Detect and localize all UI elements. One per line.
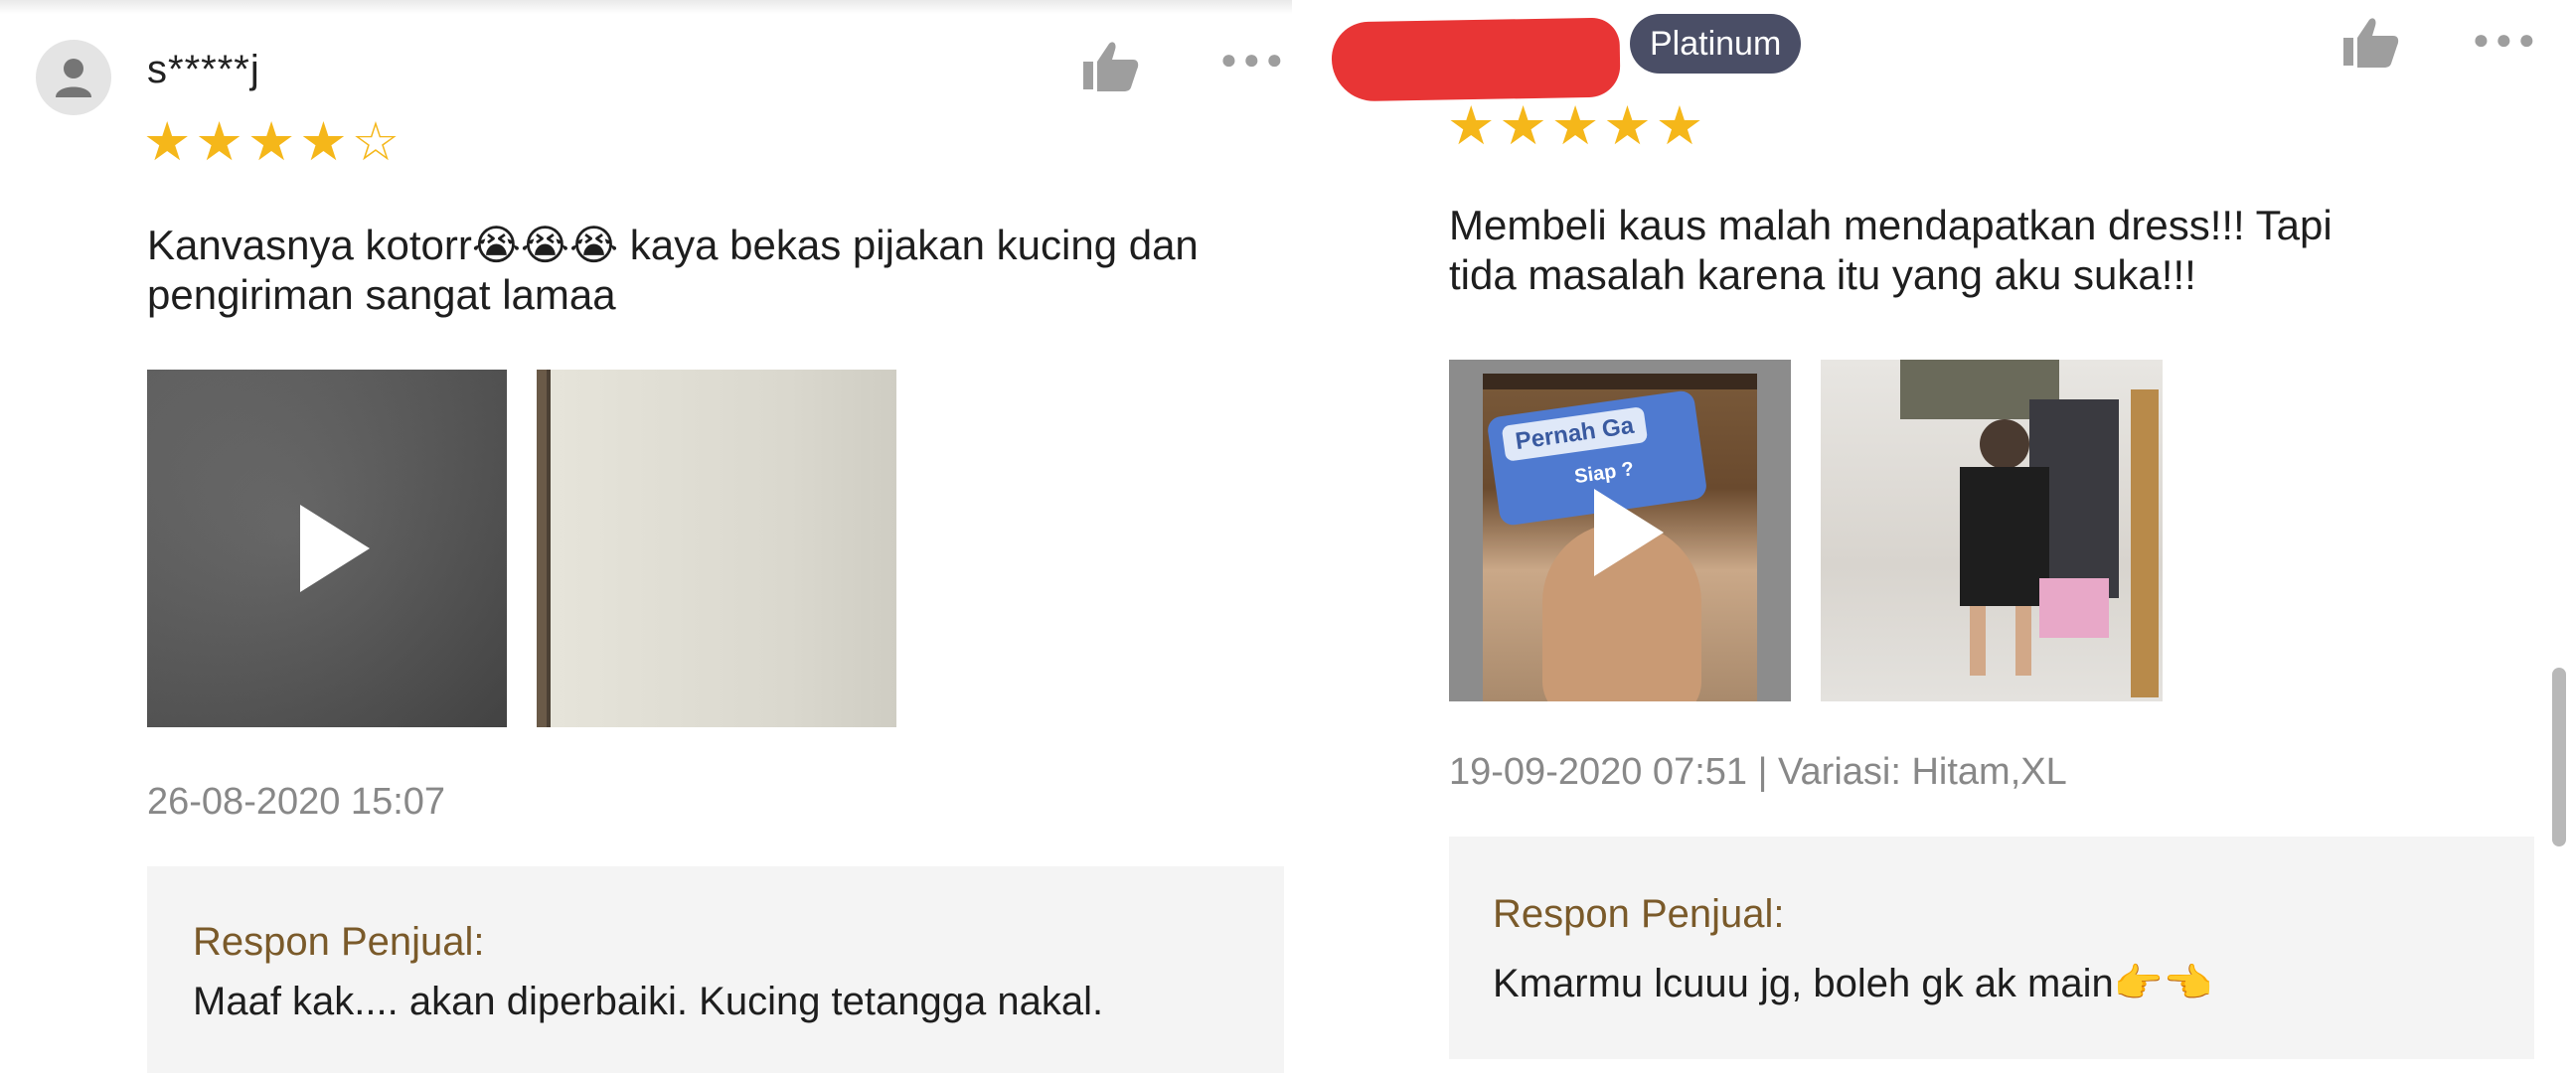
play-icon[interactable]	[1594, 489, 1664, 576]
review-photo-thumbnail[interactable]	[537, 370, 896, 727]
clothes-pile	[2039, 578, 2109, 638]
user-avatar-icon[interactable]	[36, 40, 111, 115]
star-icon: ★	[1655, 96, 1708, 156]
person-dress	[1960, 467, 2049, 606]
star-icon: ★	[195, 112, 247, 172]
star-rating: ★★★★★	[1447, 99, 1707, 153]
review-text-part: kaya bekas pijakan kucing dan	[618, 222, 1199, 268]
star-icon: ★	[1603, 96, 1656, 156]
seller-reply-text: Kmarmu lcuuu jg, boleh gk ak main👉👈	[1493, 960, 2212, 1006]
video-caption-top: Pernah Ga	[1501, 406, 1649, 462]
person-leg	[1970, 606, 1986, 676]
person-head	[1980, 419, 2029, 469]
review-text-line: Membeli kaus malah mendapatkan dress!!! …	[1449, 202, 2333, 248]
review-timestamp-variation: 19-09-2020 07:51 | Variasi: Hitam,XL	[1449, 751, 2067, 793]
seller-reply-text: Maaf kak.... akan diperbaiki. Kucing tet…	[193, 980, 1104, 1023]
seller-reply-label: Respon Penjual:	[193, 920, 485, 964]
star-rating: ★★★★☆	[143, 115, 403, 169]
star-icon: ★	[246, 112, 300, 172]
review-text-line: pengiriman sangat lamaa	[147, 271, 616, 318]
review-video-thumbnail[interactable]: Pernah Ga Siap ?	[1449, 360, 1791, 701]
review-text: Membeli kaus malah mendapatkan dress!!! …	[1449, 201, 2542, 300]
more-dots-icon[interactable]: ●●●	[1220, 44, 1289, 76]
pointing-fingers-emoji-icon: 👉👈	[2113, 962, 2213, 1005]
mirror-frame	[2131, 389, 2159, 697]
top-fade-divider	[0, 0, 1292, 14]
thumbs-up-icon[interactable]	[2341, 16, 2401, 68]
crying-emoji-icon: 😭😭😭	[471, 222, 619, 268]
seller-reply-text-content: Kmarmu lcuuu jg, boleh gk ak main	[1493, 962, 2114, 1005]
scrollbar-thumb[interactable]	[2552, 668, 2566, 846]
star-icon: ★	[1499, 96, 1551, 156]
thumbs-up-icon[interactable]	[1081, 40, 1141, 91]
reviewer-username: s*****j	[147, 48, 260, 91]
star-icon: ★	[1447, 96, 1500, 156]
review-timestamp: 26-08-2020 15:07	[147, 781, 446, 823]
play-icon[interactable]	[300, 505, 370, 592]
redacted-username	[1331, 17, 1621, 102]
tier-badge: Platinum	[1630, 14, 1802, 74]
more-dots-icon[interactable]: ●●●	[2473, 24, 2541, 56]
person-leg	[2015, 606, 2031, 676]
review-text-part: Kanvasnya kotorr	[147, 222, 472, 268]
video-caption-sub: Siap ?	[1572, 458, 1636, 489]
star-icon: ★	[1550, 96, 1604, 156]
star-icon: ★	[299, 112, 352, 172]
star-icon: ★	[143, 112, 196, 172]
photo-edge	[547, 370, 551, 727]
star-empty-icon: ☆	[351, 112, 404, 172]
review-photo-thumbnail[interactable]	[1821, 360, 2163, 701]
seller-reply-box: Respon Penjual: Kmarmu lcuuu jg, boleh g…	[1449, 837, 2534, 1059]
review-text-line: tida masalah karena itu yang aku suka!!!	[1449, 251, 2196, 298]
review-text: Kanvasnya kotorr😭😭😭 kaya bekas pijakan k…	[147, 221, 1290, 320]
review-video-thumbnail[interactable]	[147, 370, 507, 727]
seller-reply-label: Respon Penjual:	[1493, 892, 1785, 936]
video-bar	[1483, 374, 1757, 389]
seller-reply-box: Respon Penjual: Maaf kak.... akan diperb…	[147, 866, 1284, 1073]
